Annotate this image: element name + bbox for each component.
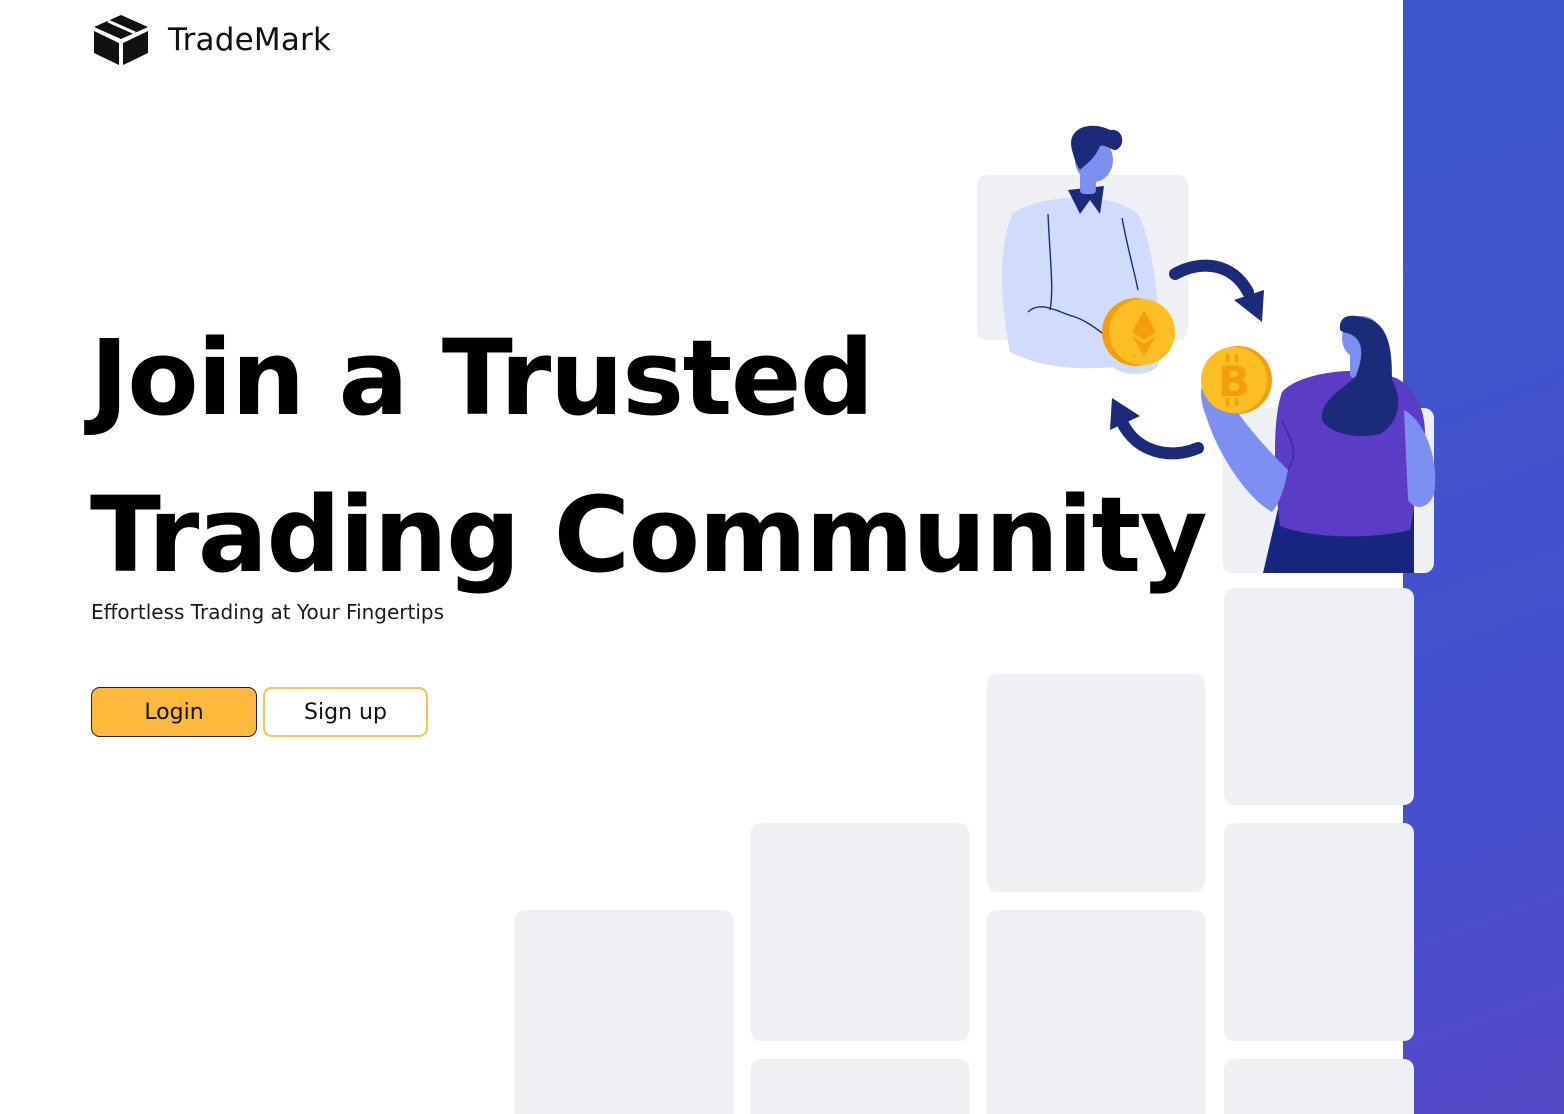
hero-title: Join a Trusted Trading Community: [90, 300, 1208, 614]
brand-name: TradeMark: [168, 22, 332, 58]
background-tile: [751, 1059, 969, 1114]
background-tile: [987, 674, 1205, 892]
background-tile: [751, 823, 969, 1041]
hero-title-line2: Trading Community: [90, 474, 1208, 596]
background-tile: [987, 910, 1205, 1114]
background-tile: [1223, 408, 1434, 573]
background-tile: [1224, 823, 1414, 1041]
bitcoin-coin-icon: B: [1201, 346, 1272, 414]
brand-logo[interactable]: TradeMark: [92, 12, 331, 68]
svg-text:B: B: [1218, 357, 1250, 406]
landing-page: B TradeMark Join a Trusted Trading Commu…: [0, 0, 1564, 1114]
background-tile: [1224, 1059, 1414, 1114]
hero-subtitle: Effortless Trading at Your Fingertips: [91, 600, 445, 624]
background-tile: [515, 910, 733, 1114]
box-icon: [94, 15, 148, 65]
background-tile: [1224, 588, 1414, 805]
login-button[interactable]: Login: [91, 687, 257, 737]
signup-button[interactable]: Sign up: [263, 687, 428, 737]
hero-title-line1: Join a Trusted: [90, 317, 874, 439]
